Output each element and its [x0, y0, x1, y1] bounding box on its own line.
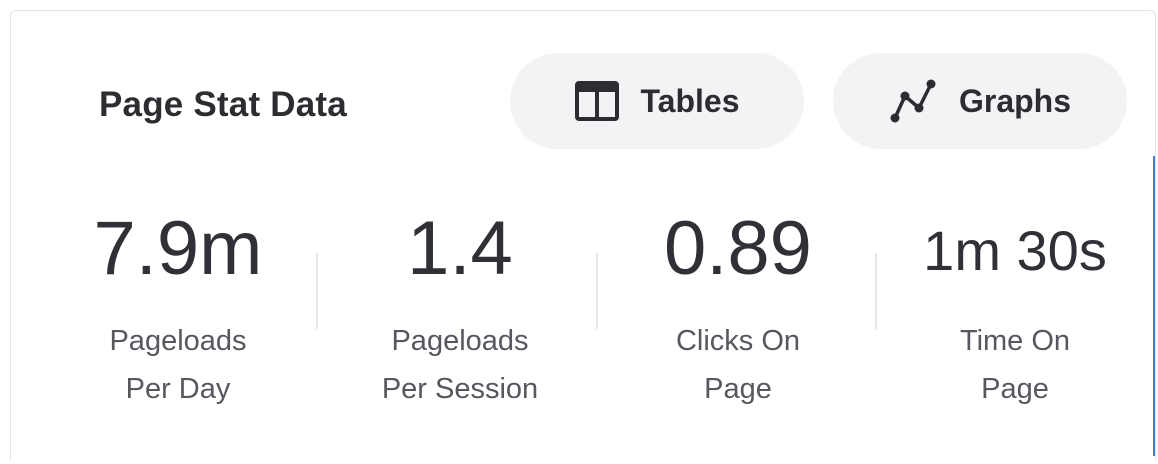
stat-label-line: Per Day	[125, 373, 231, 405]
stat-label: Pageloads Per Session	[320, 317, 600, 413]
stat-clicks-on-page: 0.89 Clicks On Page	[598, 211, 878, 413]
stat-label: Clicks On Page	[598, 317, 878, 413]
stat-pageloads-per-session: 1.4 Pageloads Per Session	[320, 211, 600, 413]
stat-value: 1m 30s	[923, 219, 1107, 282]
stat-label: Time On Page	[875, 317, 1155, 413]
page-stat-card: Page Stat Data Tables Graphs 7.9m Pagelo…	[10, 10, 1156, 460]
graphs-button-label: Graphs	[958, 82, 1072, 119]
table-icon	[574, 81, 619, 121]
stat-value: 0.89	[664, 206, 812, 291]
stat-time-on-page: 1m 30s Time On Page	[875, 211, 1155, 413]
tables-button-label: Tables	[640, 82, 740, 119]
page-title: Page Stat Data	[99, 85, 347, 124]
line-graph-icon	[889, 78, 937, 124]
stat-value: 1.4	[407, 206, 513, 291]
stat-label-line: Page	[704, 373, 772, 405]
stat-label: Pageloads Per Day	[38, 317, 318, 413]
stat-label-line: Time On	[959, 325, 1071, 357]
stat-pageloads-per-day: 7.9m Pageloads Per Day	[38, 211, 318, 413]
tables-button[interactable]: Tables	[510, 53, 804, 149]
stat-label-line: Pageloads	[391, 325, 529, 357]
stat-value: 7.9m	[93, 206, 263, 291]
graphs-button[interactable]: Graphs	[833, 53, 1127, 149]
stat-label-line: Per Session	[381, 373, 539, 405]
stat-label-line: Clicks On	[675, 325, 801, 357]
stat-divider	[316, 253, 318, 329]
stat-label-line: Pageloads	[109, 325, 247, 357]
stat-label-line: Page	[981, 373, 1049, 405]
